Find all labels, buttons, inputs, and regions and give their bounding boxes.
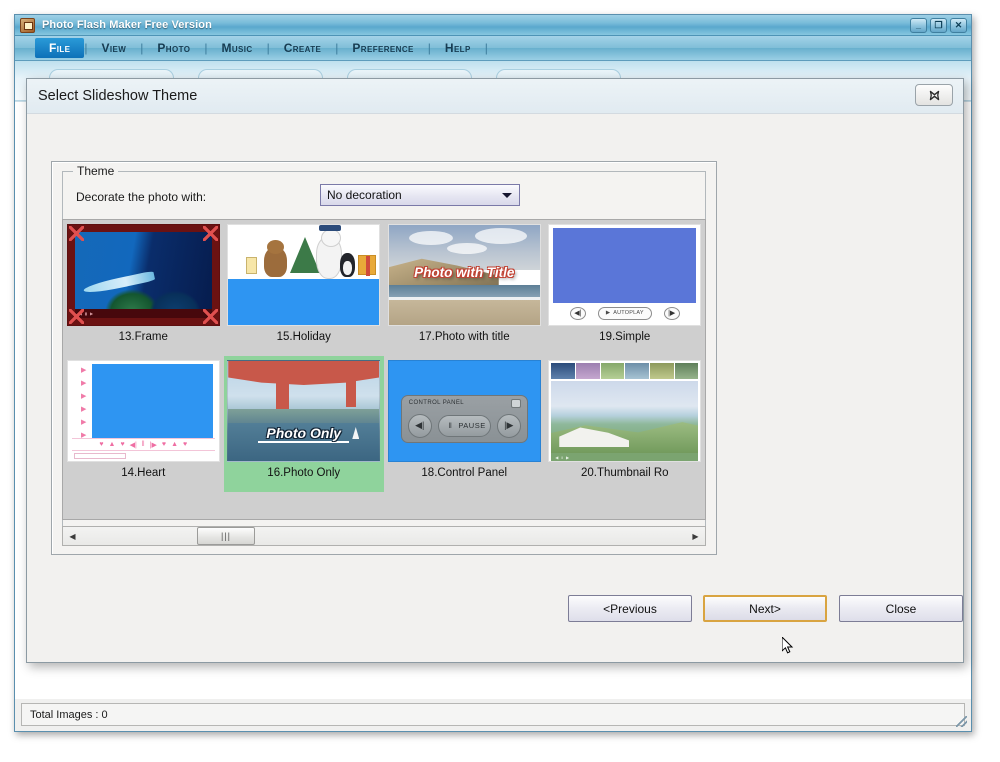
- theme-group-legend: Theme: [73, 164, 118, 178]
- close-button[interactable]: ✕: [950, 18, 967, 33]
- dialog-body: Theme Decorate the photo with: No decora…: [27, 114, 963, 662]
- heart-control-bar: ♥▲♥◀|‖|▶♥▲♥: [72, 438, 215, 451]
- theme-label: 17.Photo with title: [419, 331, 510, 343]
- theme-label: 14.Heart: [121, 467, 165, 479]
- menu-item-photo[interactable]: Photo: [143, 36, 204, 60]
- decoration-selected-value: No decoration: [327, 188, 402, 202]
- theme-thumbnail-photo-only: Photo Only: [227, 360, 380, 462]
- close-dialog-button[interactable]: Close: [839, 595, 963, 622]
- theme-label: 20.Thumbnail Ro: [581, 467, 669, 479]
- heart-slider: [74, 453, 126, 459]
- total-images-label: Total Images : 0: [30, 709, 108, 721]
- theme-thumbnail-thumbnail-row: ◀‖▶: [548, 360, 701, 462]
- theme-item-simple[interactable]: ◀| ▶ AUTOPLAY |▶ 19.Simple: [545, 220, 706, 356]
- theme-horizontal-scrollbar[interactable]: ◀ ||| ▶: [62, 526, 706, 546]
- theme-thumbnail-control-panel: CONTROL PANEL ◀| ‖ PAUSE |▶: [388, 360, 541, 462]
- next-icon: |▶: [497, 414, 521, 438]
- menu-item-create[interactable]: Create: [270, 36, 336, 60]
- minimize-button[interactable]: _: [910, 18, 927, 33]
- window-controls: _ ❐ ✕: [910, 18, 967, 33]
- menu-item-preference[interactable]: Preference: [338, 36, 427, 60]
- previous-icon: ◀|: [570, 307, 586, 320]
- window-title: Photo Flash Maker Free Version: [42, 19, 212, 31]
- theme-thumbnail-frame: ◀▮▶: [67, 224, 220, 326]
- theme-group-box: Theme Decorate the photo with: No decora…: [51, 161, 717, 555]
- window-title-bar: Photo Flash Maker Free Version _ ❐ ✕: [15, 15, 971, 36]
- previous-button[interactable]: <Previous: [568, 595, 692, 622]
- minimize-icon: [511, 399, 521, 408]
- theme-label: 19.Simple: [599, 331, 650, 343]
- scrollbar-track[interactable]: |||: [82, 527, 686, 545]
- pause-label: PAUSE: [458, 421, 485, 430]
- theme-caption: Photo with Title: [389, 265, 540, 280]
- theme-item-control-panel[interactable]: CONTROL PANEL ◀| ‖ PAUSE |▶: [384, 356, 545, 492]
- theme-item-frame[interactable]: ◀▮▶ 13.Frame: [63, 220, 224, 356]
- dialog-title: Select Slideshow Theme: [38, 88, 197, 104]
- menu-item-music[interactable]: Music: [207, 36, 266, 60]
- decorate-photo-label: Decorate the photo with:: [76, 190, 206, 204]
- theme-thumbnail-area[interactable]: ◀▮▶ 13.Frame: [62, 219, 706, 520]
- theme-thumbnail-heart: ▶▶▶▶▶▶ ♥▲♥◀|‖|▶♥▲♥: [67, 360, 220, 462]
- scrollbar-thumb[interactable]: |||: [197, 527, 255, 545]
- theme-thumbnail-holiday: [227, 224, 380, 326]
- theme-item-photo-with-title[interactable]: Photo with Title 17.Photo with title: [384, 220, 545, 356]
- heart-arrows-icon: ▶▶▶▶▶▶: [78, 364, 90, 441]
- autoplay-button-icon: ▶ AUTOPLAY: [598, 307, 652, 320]
- chevron-right-icon[interactable]: ▶: [686, 527, 705, 545]
- decoration-dropdown[interactable]: No decoration: [320, 184, 520, 206]
- next-button[interactable]: Next>: [703, 595, 827, 622]
- menu-item-file[interactable]: File: [35, 38, 84, 58]
- theme-item-photo-only[interactable]: Photo Only 16.Photo Only: [224, 356, 385, 492]
- pause-button-icon: ‖ PAUSE: [438, 415, 491, 437]
- close-icon: [928, 89, 941, 102]
- chevron-left-icon[interactable]: ◀: [63, 527, 82, 545]
- theme-item-thumbnail-row[interactable]: ◀‖▶ 20.Thumbnail Ro: [545, 356, 706, 492]
- select-slideshow-theme-dialog: Select Slideshow Theme Theme Decorate th…: [26, 78, 964, 663]
- theme-label: 15.Holiday: [277, 331, 331, 343]
- theme-label: 13.Frame: [119, 331, 168, 343]
- menu-item-help[interactable]: Help: [431, 36, 485, 60]
- theme-thumbnail-photo-with-title: Photo with Title: [388, 224, 541, 326]
- menu-bar: File | View | Photo | Music | Create | P…: [15, 36, 971, 61]
- resize-grip-icon[interactable]: [956, 716, 967, 727]
- theme-thumbnail-grid: ◀▮▶ 13.Frame: [63, 220, 705, 519]
- dialog-title-bar: Select Slideshow Theme: [27, 79, 963, 114]
- theme-thumbnail-simple: ◀| ▶ AUTOPLAY |▶: [548, 224, 701, 326]
- theme-caption: Photo Only: [258, 425, 349, 443]
- control-panel-title: CONTROL PANEL: [409, 400, 464, 406]
- maximize-button[interactable]: ❐: [930, 18, 947, 33]
- previous-icon: ◀|: [408, 414, 432, 438]
- menu-separator: |: [485, 36, 488, 60]
- status-bar: Total Images : 0: [21, 703, 965, 726]
- theme-item-holiday[interactable]: 15.Holiday: [224, 220, 385, 356]
- chevron-down-icon: [502, 193, 512, 198]
- theme-label: 18.Control Panel: [421, 467, 507, 479]
- autoplay-label: AUTOPLAY: [613, 310, 643, 316]
- dialog-close-button[interactable]: [915, 84, 953, 106]
- theme-label: 16.Photo Only: [267, 467, 340, 479]
- next-icon: |▶: [664, 307, 680, 320]
- theme-item-heart[interactable]: ▶▶▶▶▶▶ ♥▲♥◀|‖|▶♥▲♥ 14.Heart: [63, 356, 224, 492]
- app-icon: [20, 18, 35, 33]
- menu-item-view[interactable]: View: [88, 36, 141, 60]
